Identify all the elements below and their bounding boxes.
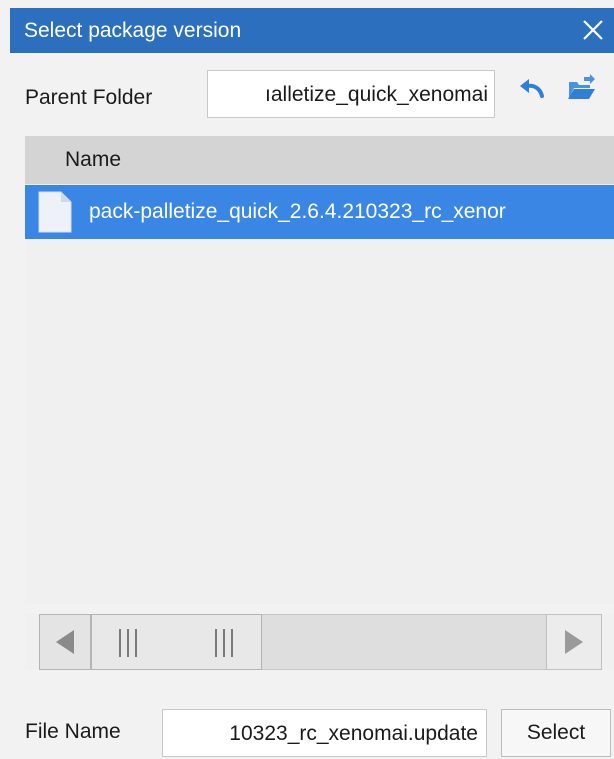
list-item-name: pack-palletize_quick_2.6.4.210323_rc_xen… [89, 200, 506, 223]
scroll-right-arrow-icon [565, 630, 583, 654]
file-name-label: File Name [25, 720, 121, 743]
parent-folder-field[interactable]: ıalletize_quick_xenomai [207, 70, 495, 118]
scroll-thumb[interactable] [91, 614, 262, 670]
column-header-name[interactable]: Name [25, 136, 614, 184]
horizontal-scrollbar[interactable] [25, 614, 614, 670]
title-bar[interactable]: Select package version [10, 8, 614, 53]
parent-folder-value: ıalletize_quick_xenomai [265, 83, 488, 106]
close-icon [583, 20, 603, 40]
open-folder-icon [568, 74, 595, 99]
parent-folder-label: Parent Folder [25, 86, 153, 109]
file-list[interactable]: Name pack-palletize_quick_2.6.4.210323_r… [25, 136, 614, 604]
column-header-label: Name [65, 148, 122, 171]
select-package-dialog: Select package version Parent Folder ıal… [0, 0, 614, 759]
grip-icon [215, 629, 233, 657]
open-folder-button[interactable] [566, 74, 596, 104]
close-button[interactable] [580, 17, 606, 43]
grip-icon [119, 629, 137, 657]
file-icon [37, 190, 73, 234]
back-button[interactable] [517, 74, 547, 104]
scroll-left-arrow-icon [56, 630, 74, 654]
file-name-field[interactable]: 10323_rc_xenomai.update [162, 709, 487, 757]
back-arrow-icon [520, 79, 544, 98]
file-name-value: 10323_rc_xenomai.update [229, 722, 478, 745]
select-button[interactable]: Select [501, 709, 611, 757]
list-item[interactable]: pack-palletize_quick_2.6.4.210323_rc_xen… [25, 185, 614, 239]
scroll-track[interactable] [262, 614, 546, 670]
scroll-left-button[interactable] [39, 614, 91, 670]
dialog-title: Select package version [24, 19, 242, 42]
scroll-right-button[interactable] [546, 614, 602, 670]
